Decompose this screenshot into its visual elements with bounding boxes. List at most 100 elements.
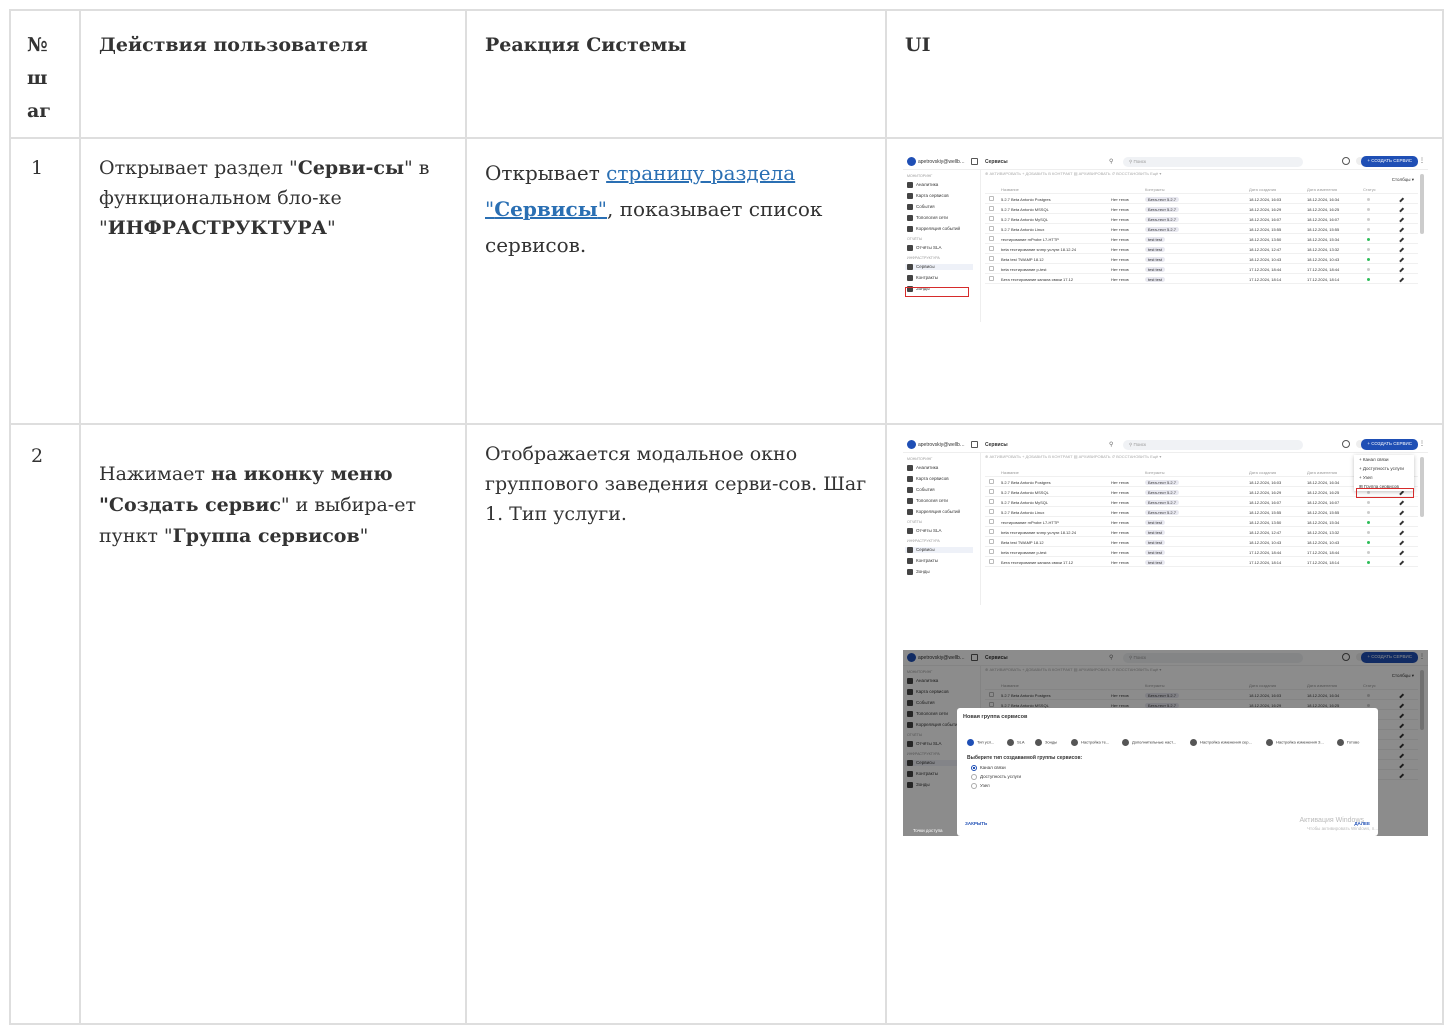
table-row[interactable]: 5.2.7 Beta Antonio MySQL Нет тегов Бета-те…	[985, 497, 1418, 507]
table-row[interactable]: Beta test TWAMP 18.12 Нет тегов test test 1…	[985, 254, 1418, 264]
radio-option[interactable]: Канал связи	[971, 765, 1006, 771]
row-checkbox[interactable]	[989, 509, 994, 514]
table-row[interactable]: 5.2.7 Beta Antonio Postgres Нет тегов Бета…	[985, 194, 1418, 204]
row-checkbox[interactable]	[989, 276, 994, 281]
row-checkbox[interactable]	[989, 216, 994, 221]
create-menu-item[interactable]: + Канал связи	[1354, 455, 1414, 464]
more-icon[interactable]: ⋮	[1419, 157, 1425, 164]
table-row[interactable]: Бета тестирование канала связи 17.12 Нет …	[985, 274, 1418, 284]
table-row[interactable]: 5.2.7 Beta Antonio MySQL Нет тегов Бета-те…	[985, 214, 1418, 224]
edit-icon[interactable]	[1399, 227, 1404, 233]
table-row[interactable]: 5.2.7 Beta Antonio Linux Нет тегов Бета-те…	[985, 224, 1418, 234]
row-checkbox[interactable]	[989, 206, 994, 211]
edit-icon[interactable]	[1399, 247, 1404, 253]
filter-icon[interactable]: ⚲	[1109, 158, 1113, 165]
row-checkbox[interactable]	[989, 539, 994, 544]
sidebar-item[interactable]: События	[907, 487, 935, 493]
scrollbar[interactable]	[1420, 457, 1424, 517]
sidebar-item[interactable]: Отчёты SLA	[907, 245, 941, 251]
table-row[interactable]: 5.2.7 Beta Antonio MSSQL Нет тегов Бета-те…	[985, 204, 1418, 214]
radio-icon[interactable]	[971, 774, 977, 780]
sidebar-item[interactable]: Зонды	[907, 569, 930, 575]
service-name: 5.2.7 Beta Antonio MSSQL	[1001, 490, 1049, 495]
create-menu-item[interactable]: + Доступность услуги	[1354, 464, 1414, 473]
edit-icon[interactable]	[1399, 197, 1404, 203]
edit-icon[interactable]	[1399, 510, 1404, 516]
row-checkbox[interactable]	[989, 226, 994, 231]
sidebar-item[interactable]: Карта сервисов	[907, 476, 949, 482]
user-menu[interactable]: apetrovskiy@wellb…	[907, 440, 965, 449]
table-row[interactable]: Бета тестирование канала связи 17.12 Нет …	[985, 557, 1418, 567]
row-checkbox[interactable]	[989, 529, 994, 534]
step-number: 2	[31, 445, 44, 467]
table-row[interactable]: beta тестирование p-test Нет тегов test te…	[985, 264, 1418, 274]
close-button[interactable]: ЗАКРЫТЬ	[965, 821, 987, 826]
edit-icon[interactable]	[1399, 560, 1404, 566]
edit-icon[interactable]	[1399, 257, 1404, 263]
radio-icon[interactable]	[971, 765, 977, 771]
create-service-button[interactable]: + СОЗДАТЬ СЕРВИС	[1361, 439, 1418, 450]
table-row[interactable]: beta тестирование snmp услуги 18.12.24 Не…	[985, 244, 1418, 254]
user-menu[interactable]: apetrovskiy@wellb…	[907, 157, 965, 166]
radio-icon[interactable]	[971, 783, 977, 789]
group-modal: Новая группа сервисов Тип усл... SLA Зонды Н…	[957, 708, 1378, 836]
edit-icon[interactable]	[1399, 540, 1404, 546]
edit-icon[interactable]	[1399, 277, 1404, 283]
sidebar-item[interactable]: Контракты	[907, 558, 938, 564]
search-input[interactable]: ⚲ Поиск	[1123, 157, 1303, 167]
sidebar-item[interactable]: Топология сети	[907, 215, 948, 221]
row-checkbox[interactable]	[989, 499, 994, 504]
row-checkbox[interactable]	[989, 549, 994, 554]
row-checkbox[interactable]	[989, 256, 994, 261]
edit-icon[interactable]	[1399, 550, 1404, 556]
table-row[interactable]: beta тестирование snmp услуги 18.12.24 Не…	[985, 527, 1418, 537]
row-checkbox[interactable]	[989, 246, 994, 251]
sidebar-item[interactable]: Карта сервисов	[907, 193, 949, 199]
edit-icon[interactable]	[1399, 207, 1404, 213]
row-checkbox[interactable]	[989, 196, 994, 201]
table-row[interactable]: beta тестирование p-test Нет тегов test te…	[985, 547, 1418, 557]
edit-icon[interactable]	[1399, 267, 1404, 273]
table-row[interactable]: Beta test TWAMP 18.12 Нет тегов test test 1…	[985, 537, 1418, 547]
radio-option[interactable]: Узел	[971, 783, 990, 789]
columns-button[interactable]: Столбцы ▾	[1392, 177, 1414, 183]
help-icon[interactable]	[1342, 440, 1350, 448]
sidebar-item-label: Сервисы	[916, 264, 935, 270]
filter-icon[interactable]: ⚲	[1109, 441, 1113, 448]
row-checkbox[interactable]	[989, 489, 994, 494]
sidebar-item[interactable]: Контракты	[907, 275, 938, 281]
sidebar-item[interactable]: Сервисы	[905, 264, 973, 270]
sidebar-item[interactable]: Аналитика	[907, 465, 938, 471]
create-service-button[interactable]: + СОЗДАТЬ СЕРВИС	[1361, 156, 1418, 167]
scrollbar[interactable]	[1420, 174, 1424, 234]
edit-icon[interactable]	[1399, 217, 1404, 223]
search-input[interactable]: ⚲ Поиск	[1123, 440, 1303, 450]
edit-icon[interactable]	[1399, 520, 1404, 526]
table-row[interactable]: тестирование mProbe L7-HTTP Нет тегов test…	[985, 517, 1418, 527]
help-icon[interactable]	[1342, 157, 1350, 165]
sidebar-item[interactable]: Топология сети	[907, 498, 948, 504]
create-menu-item[interactable]: + Узел	[1354, 473, 1414, 482]
table-row[interactable]: тестирование mProbe L7-HTTP Нет тегов test…	[985, 234, 1418, 244]
radio-option[interactable]: Доступность услуги	[971, 774, 1021, 780]
services-page-link[interactable]: "Сервисы"	[485, 197, 607, 221]
row-checkbox[interactable]	[989, 266, 994, 271]
row-checkbox[interactable]	[989, 559, 994, 564]
sidebar-item[interactable]: Корреляция событий	[907, 509, 960, 515]
row-checkbox[interactable]	[989, 519, 994, 524]
collapse-icon[interactable]	[971, 158, 978, 165]
table-row[interactable]: 5.2.7 Beta Antonio Linux Нет тегов Бета-те…	[985, 507, 1418, 517]
collapse-icon[interactable]	[971, 441, 978, 448]
sidebar-item[interactable]: Аналитика	[907, 182, 938, 188]
more-icon[interactable]: ⋮	[1419, 440, 1425, 447]
edit-icon[interactable]	[1399, 237, 1404, 243]
sidebar-item[interactable]: Отчёты SLA	[907, 528, 941, 534]
sidebar-item[interactable]: События	[907, 204, 935, 210]
sidebar-item[interactable]: Корреляция событий	[907, 226, 960, 232]
services-page-link[interactable]: страницу раздела	[606, 161, 795, 185]
row-checkbox[interactable]	[989, 479, 994, 484]
row-checkbox[interactable]	[989, 236, 994, 241]
sidebar-item[interactable]: Сервисы	[905, 547, 973, 553]
edit-icon[interactable]	[1399, 500, 1404, 506]
edit-icon[interactable]	[1399, 530, 1404, 536]
